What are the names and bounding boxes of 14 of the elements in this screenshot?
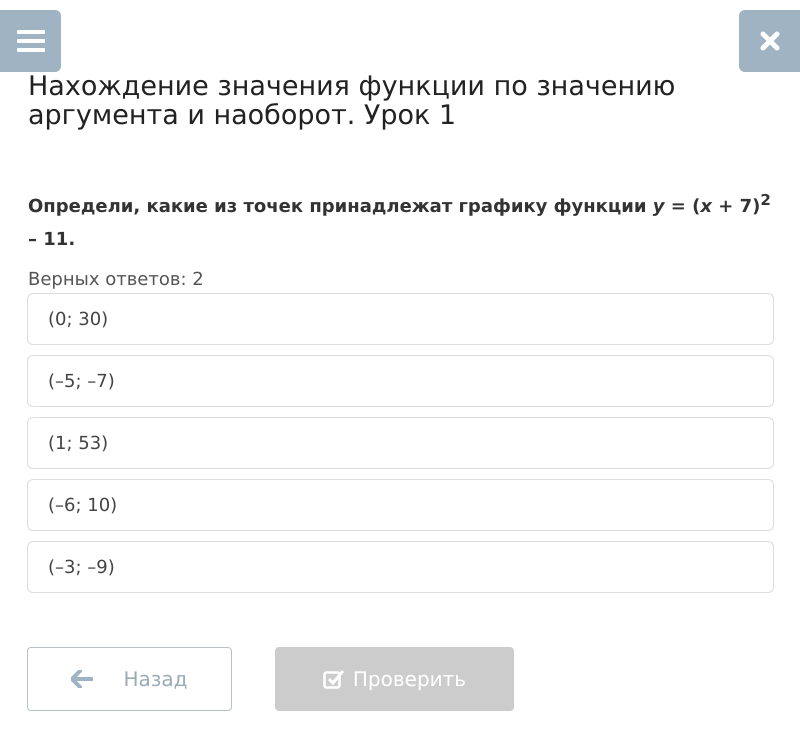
menu-icon [16,29,44,53]
menu-button[interactable] [0,10,61,72]
close-button[interactable] [739,10,800,72]
lesson-title: Нахождение значения функции по значению аргумента и наоборот. Урок 1 [28,72,676,130]
answers-count: Верных ответов: 2 [28,268,205,292]
answer-option[interactable]: (0; 30) [27,293,774,345]
arrow-left-icon [71,670,94,688]
question-text: Определи, какие из точек принадлежат графику функции y = (x + 7)$^{2}$ – 11. [28,190,772,252]
answer-option[interactable]: (–3; –9) [27,541,774,593]
answer-option[interactable]: (1; 53) [27,417,774,469]
answer-option[interactable]: (–6; 10) [27,479,774,531]
answer-option[interactable]: (–5; –7) [27,355,774,407]
close-icon [760,31,780,51]
checkbox-icon [322,668,345,690]
